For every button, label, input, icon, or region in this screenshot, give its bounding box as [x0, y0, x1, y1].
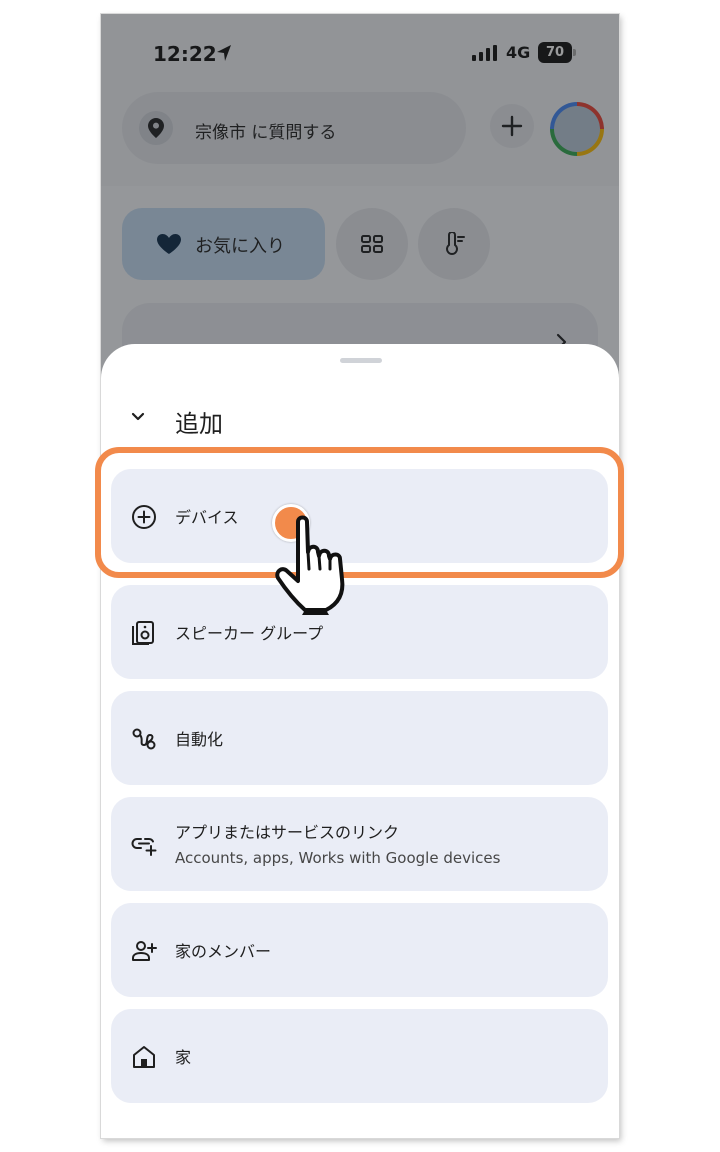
- option-label: 自動化: [175, 730, 224, 749]
- link-add-icon: [131, 838, 157, 856]
- option-automation[interactable]: 自動化: [111, 691, 608, 785]
- drag-handle[interactable]: [340, 358, 382, 363]
- chevron-down-icon: [131, 412, 145, 421]
- option-label: 家のメンバー: [175, 942, 272, 961]
- option-household-member[interactable]: 家のメンバー: [111, 903, 608, 997]
- sheet-title: 追加: [175, 410, 223, 438]
- automation-icon: [132, 728, 156, 750]
- add-person-icon: [132, 941, 157, 961]
- hand-pointer-icon: [275, 515, 345, 615]
- sheet-header[interactable]: 追加: [101, 394, 619, 444]
- option-label: スピーカー グループ: [175, 624, 324, 643]
- option-sublabel: Accounts, apps, Works with Google device…: [175, 849, 501, 867]
- option-home[interactable]: 家: [111, 1009, 608, 1103]
- speaker-icon: [132, 621, 154, 645]
- option-label: アプリまたはサービスのリンク: [175, 823, 400, 842]
- option-label: 家: [175, 1048, 192, 1067]
- option-link-service[interactable]: アプリまたはサービスのリンク Accounts, apps, Works wit…: [111, 797, 608, 891]
- home-icon: [133, 1046, 155, 1068]
